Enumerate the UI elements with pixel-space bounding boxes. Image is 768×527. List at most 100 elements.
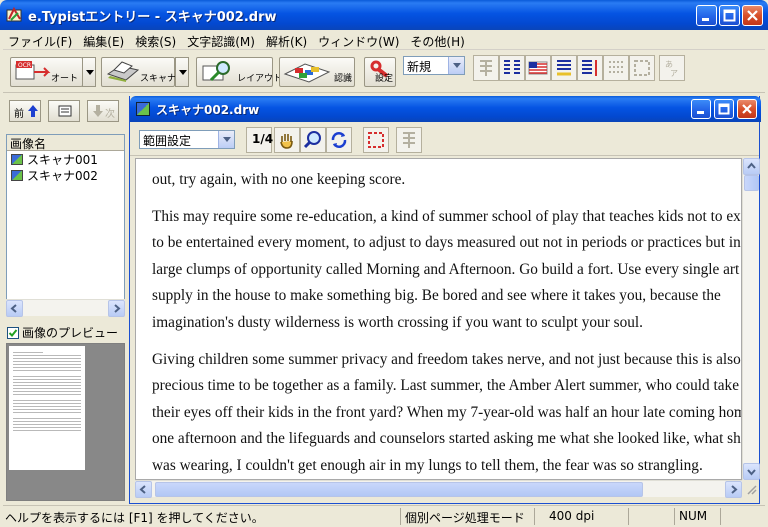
red-lines-icon [582, 60, 597, 76]
layout-button[interactable]: レイアウト [196, 57, 282, 87]
image-list-scrollbar[interactable] [6, 299, 125, 317]
doc-maximize-button[interactable] [714, 99, 734, 119]
image-list-header[interactable]: 画像名 [7, 135, 124, 151]
menu-window[interactable]: ウィンドウ(W) [313, 30, 405, 50]
menu-edit[interactable]: 編集(E) [78, 30, 130, 50]
list-item[interactable]: スキャナ002 [7, 167, 124, 183]
split-area-button[interactable] [396, 127, 422, 153]
document-horizontal-scrollbar[interactable] [135, 480, 742, 498]
auto-ocr-button[interactable]: OCR オート [10, 57, 83, 87]
document-title-bar[interactable]: スキャナ002.drw [130, 96, 761, 122]
recognize-button[interactable]: 認識 [279, 57, 355, 87]
highlight-lines-button[interactable] [551, 55, 577, 81]
image-name: スキャナ001 [27, 153, 98, 167]
document-vertical-scrollbar[interactable] [742, 158, 760, 480]
document-title: スキャナ002.drw [156, 103, 260, 117]
page-view-button[interactable] [48, 100, 80, 122]
maximize-icon [718, 103, 730, 115]
vertical-scroll-thumb[interactable] [744, 175, 759, 191]
layout-label: レイアウト [237, 74, 283, 84]
scanner-button[interactable]: スキャナ [101, 57, 176, 87]
split-area-icon [403, 132, 415, 148]
chevron-down-icon[interactable] [218, 131, 234, 148]
preview-thumbnail [9, 346, 85, 470]
recognize-icon [283, 63, 331, 83]
window-title: e.Typistエントリー - スキャナ002.drw [28, 10, 277, 25]
scroll-left-button[interactable] [135, 481, 152, 498]
grip-icon [747, 485, 757, 495]
horizontal-scroll-thumb[interactable] [155, 482, 643, 497]
prev-label: 前 [14, 109, 24, 120]
text-columns-button[interactable] [499, 55, 525, 81]
mode-select[interactable]: 新規 [403, 56, 465, 75]
pages-icon [58, 105, 72, 117]
kana-button[interactable]: あア [659, 55, 685, 81]
columns-icon [504, 60, 520, 74]
auto-dropdown[interactable] [82, 57, 96, 87]
status-empty-2 [720, 508, 764, 525]
image-preview [6, 343, 125, 501]
doc-close-button[interactable] [737, 99, 757, 119]
menu-analyze[interactable]: 解析(K) [261, 30, 313, 50]
chevron-right-icon [731, 485, 738, 494]
preview-checkbox[interactable]: 画像のプレビュー [7, 324, 118, 341]
settings-button[interactable]: 設定 [364, 57, 396, 87]
chevron-left-icon [139, 485, 146, 494]
dotted-lines-button[interactable] [603, 55, 629, 81]
doc-minimize-button[interactable] [691, 99, 711, 119]
hand-tool-button[interactable] [274, 127, 300, 153]
chevron-down-icon[interactable] [448, 57, 464, 74]
status-bar: ヘルプを表示するには [F1] を押してください。 個別ページ処理モード 400… [3, 505, 765, 525]
image-list: 画像名 スキャナ001 スキャナ002 [6, 134, 125, 314]
document-view[interactable]: out, try again, with no one keeping scor… [135, 158, 742, 480]
prev-page-button[interactable]: 前 [9, 100, 41, 122]
app-icon [6, 7, 22, 22]
svg-text:あ: あ [665, 60, 673, 69]
menu-search[interactable]: 検索(S) [130, 30, 182, 50]
image-file-icon [11, 154, 23, 165]
next-page-button[interactable]: 次 [87, 100, 119, 122]
text-line: imagination's dusty wilderness is worth … [152, 313, 643, 331]
minimize-icon [697, 111, 704, 114]
magnifier-icon [303, 131, 321, 149]
resize-grip[interactable] [742, 480, 759, 497]
menu-recognize[interactable]: 文字認識(M) [182, 30, 261, 50]
title-bar[interactable]: e.Typistエントリー - スキャナ002.drw [0, 0, 768, 30]
menu-other[interactable]: その他(H) [405, 30, 470, 50]
menu-file[interactable]: ファイル(F) [3, 30, 78, 50]
text-line: supply in the house to make something bi… [152, 287, 721, 305]
checkmark-icon [8, 329, 18, 337]
scroll-left-button[interactable] [6, 300, 23, 317]
checkbox-box[interactable] [7, 327, 19, 339]
kana-icon: あア [665, 60, 678, 78]
scroll-right-button[interactable] [725, 481, 742, 498]
scanner-dropdown[interactable] [175, 57, 189, 87]
scroll-down-button[interactable] [743, 463, 760, 480]
text-line: This may require some re-education, a ki… [152, 207, 742, 225]
text-line: precious time to be together as a family… [152, 377, 739, 395]
status-empty [628, 508, 672, 525]
preview-label: 画像のプレビュー [22, 326, 119, 340]
select-area-button[interactable] [363, 127, 389, 153]
scroll-right-button[interactable] [108, 300, 125, 317]
red-lines-button[interactable] [577, 55, 603, 81]
scroll-up-button[interactable] [743, 158, 760, 175]
scale-label: 1/4 [252, 132, 274, 146]
zoom-button[interactable] [300, 127, 326, 153]
flag-button[interactable] [525, 55, 551, 81]
split-cell-button[interactable] [473, 55, 499, 81]
text-line: to be entertained every moment, to adjus… [152, 234, 741, 252]
text-line: Giving children some summer privacy and … [152, 350, 741, 368]
maximize-button[interactable] [719, 5, 740, 26]
image-name: スキャナ002 [27, 169, 98, 183]
close-button[interactable] [742, 5, 763, 26]
range-select[interactable]: 範囲設定 [139, 130, 235, 149]
zoom-scale-button[interactable]: 1/4 [246, 127, 274, 153]
status-help: ヘルプを表示するには [F1] を押してください。 [5, 511, 264, 525]
frame-button[interactable] [629, 55, 655, 81]
text-line: out, try again, with no one keeping scor… [152, 171, 406, 188]
list-item[interactable]: スキャナ001 [7, 151, 124, 167]
rotate-button[interactable] [326, 127, 352, 153]
minimize-button[interactable] [696, 5, 717, 26]
menu-bar: ファイル(F) 編集(E) 検索(S) 文字認識(M) 解析(K) ウィンドウ(W) その他… [3, 30, 765, 50]
